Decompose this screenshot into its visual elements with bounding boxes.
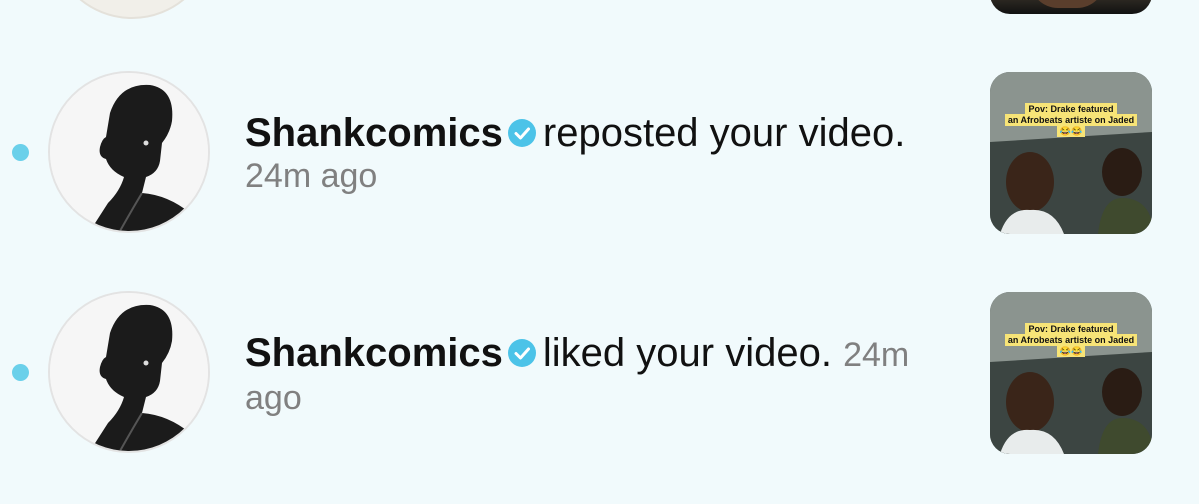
verified-badge-icon bbox=[507, 339, 536, 367]
username[interactable]: Shankcomics bbox=[245, 111, 503, 155]
timestamp: 24m bbox=[843, 336, 910, 374]
thumbnail-caption: Pov: Drake featured an Afrobeats artiste… bbox=[1004, 103, 1138, 137]
previous-notification-thumbnail[interactable] bbox=[990, 0, 1152, 14]
notification-text: Shankcomics liked your video. 24m ago bbox=[245, 330, 955, 418]
previous-notification-avatar[interactable] bbox=[50, 0, 214, 19]
avatar[interactable] bbox=[48, 71, 210, 233]
notification-text: Shankcomics reposted your video. 24m ago bbox=[245, 110, 955, 196]
notification-row[interactable]: Shankcomics liked your video. 24m ago Pov… bbox=[0, 290, 1199, 460]
avatar[interactable] bbox=[48, 291, 210, 453]
username[interactable]: Shankcomics bbox=[245, 331, 503, 375]
thumbnail-caption: Pov: Drake featured an Afrobeats artiste… bbox=[1004, 323, 1138, 357]
timestamp-continued: ago bbox=[245, 379, 302, 417]
notification-action: liked your video. bbox=[542, 331, 832, 375]
verified-badge-icon bbox=[507, 119, 536, 147]
timestamp: 24m ago bbox=[245, 157, 378, 195]
notification-action: reposted your video. bbox=[542, 111, 906, 155]
notification-row[interactable]: Shankcomics reposted your video. 24m ago … bbox=[0, 70, 1199, 240]
video-thumbnail[interactable]: Pov: Drake featured an Afrobeats artiste… bbox=[990, 292, 1152, 454]
unread-dot bbox=[12, 144, 29, 161]
unread-dot bbox=[12, 364, 29, 381]
video-thumbnail[interactable]: Pov: Drake featured an Afrobeats artiste… bbox=[990, 72, 1152, 234]
